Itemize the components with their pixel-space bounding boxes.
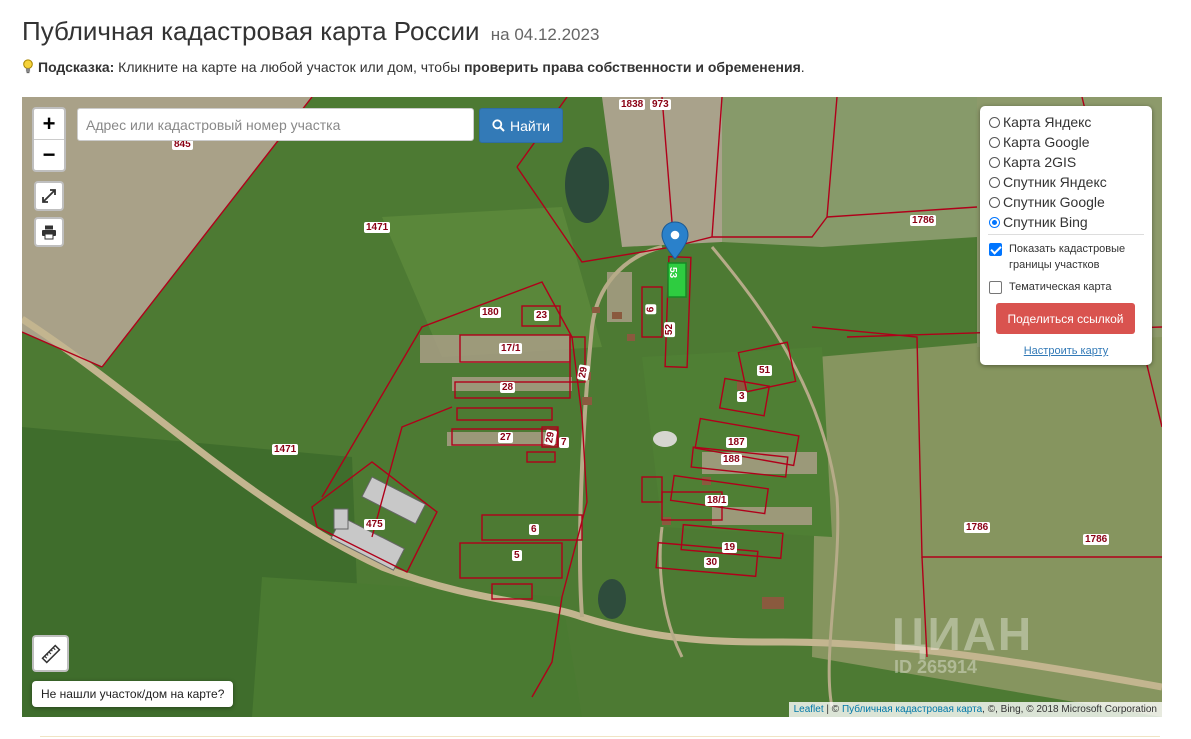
search-button[interactable]: Найти xyxy=(479,108,563,143)
layer-label: Карта Google xyxy=(1003,134,1090,150)
radio-button[interactable] xyxy=(989,136,1000,148)
watermark-id: ID 265914 xyxy=(894,657,978,677)
not-found-button[interactable]: Не нашли участок/дом на карте? xyxy=(32,681,234,707)
show-borders-label: Показать кадастровые границы участков xyxy=(1009,243,1126,271)
configure-map-link[interactable]: Настроить карту xyxy=(980,345,1152,357)
map-attribution: Leaflet | © Публичная кадастровая карта,… xyxy=(788,702,1162,717)
zoom-in-button[interactable]: + xyxy=(34,109,64,139)
watermark-brand: ЦИАН xyxy=(892,608,1034,660)
radio-button-selected[interactable] xyxy=(989,216,1000,228)
search-input[interactable] xyxy=(77,108,474,141)
ruler-icon xyxy=(40,643,61,664)
search-icon xyxy=(492,119,505,132)
layer-label: Карта 2GIS xyxy=(1003,154,1077,170)
hint-text: Кликните на карте на любой участок или д… xyxy=(114,59,465,75)
attribution-sep: | © xyxy=(823,704,842,715)
attribution-rest: , ©, Bing, © 2018 Microsoft Corporation xyxy=(982,704,1157,715)
hint-end: . xyxy=(800,59,805,75)
thematic-label: Тематическая карта xyxy=(1009,281,1112,293)
title-date: на 04.12.2023 xyxy=(490,25,600,44)
hint-bold: проверить права собственности и обремене… xyxy=(464,59,801,75)
layer-label: Спутник Bing xyxy=(1003,214,1088,230)
measure-button[interactable] xyxy=(32,635,69,672)
layer-option-2gis-map[interactable]: Карта 2GIS xyxy=(989,152,1076,172)
layer-option-google-satellite[interactable]: Спутник Google xyxy=(989,192,1105,212)
expand-icon xyxy=(42,189,56,203)
zoom-out-button[interactable]: − xyxy=(34,139,64,170)
divider xyxy=(988,234,1144,235)
pkk-link[interactable]: Публичная кадастровая карта xyxy=(842,704,982,715)
layer-label: Спутник Google xyxy=(1003,194,1105,210)
radio-button[interactable] xyxy=(989,116,1000,128)
radio-button[interactable] xyxy=(989,156,1000,168)
lightbulb-icon xyxy=(23,59,33,74)
checkbox-checked[interactable] xyxy=(989,243,1002,256)
fullscreen-button[interactable] xyxy=(34,181,64,211)
title-text: Публичная кадастровая карта России xyxy=(22,16,480,46)
cadastral-map[interactable]: 1838 973 845 1471 1471 1786 1786 1786 18… xyxy=(22,97,1162,717)
layer-option-google-map[interactable]: Карта Google xyxy=(989,132,1090,152)
layer-label: Спутник Яндекс xyxy=(1003,174,1107,190)
share-link-button[interactable]: Поделиться ссылкой xyxy=(996,303,1135,334)
layer-option-yandex-satellite[interactable]: Спутник Яндекс xyxy=(989,172,1107,192)
page-title: Публичная кадастровая карта России на 04… xyxy=(22,16,599,47)
leaflet-link[interactable]: Leaflet xyxy=(794,704,824,715)
hint-label: Подсказка: xyxy=(38,59,115,75)
radio-button[interactable] xyxy=(989,196,1000,208)
checkbox[interactable] xyxy=(989,281,1002,294)
layer-option-yandex-map[interactable]: Карта Яндекс xyxy=(989,112,1091,132)
hint: Подсказка: Кликните на карте на любой уч… xyxy=(22,59,805,75)
divider xyxy=(40,736,1160,737)
layer-label: Карта Яндекс xyxy=(1003,114,1092,130)
layer-option-bing-satellite[interactable]: Спутник Bing xyxy=(989,212,1088,232)
print-button[interactable] xyxy=(34,217,64,247)
zoom-control: + − xyxy=(32,107,66,172)
radio-button[interactable] xyxy=(989,176,1000,188)
show-borders-toggle[interactable]: Показать кадастровые границы участков xyxy=(989,241,1139,273)
search-button-label: Найти xyxy=(510,117,550,134)
layer-switcher: Карта Яндекс Карта Google Карта 2GIS Спу… xyxy=(980,106,1152,365)
printer-icon xyxy=(42,225,56,240)
thematic-map-toggle[interactable]: Тематическая карта xyxy=(989,279,1139,295)
